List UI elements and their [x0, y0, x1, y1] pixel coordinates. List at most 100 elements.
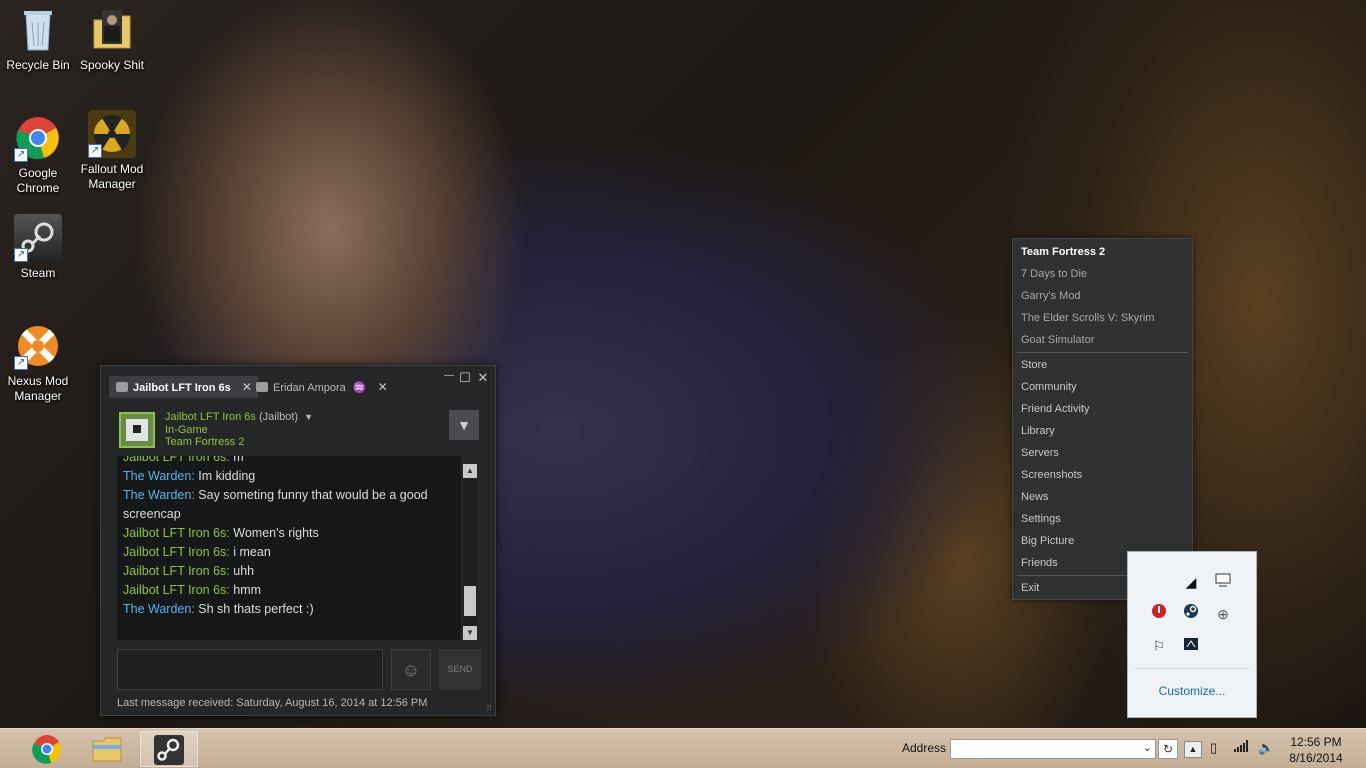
chat-message-input[interactable] [117, 649, 383, 690]
chevron-up-icon: ▲ [1188, 744, 1198, 754]
tray-overflow-panel: ◢ ⊕ ⚐ Customize... [1127, 551, 1257, 718]
friend-avatar[interactable] [119, 412, 155, 448]
close-tab-icon[interactable]: ✕ [378, 380, 388, 394]
desktop-icon-label: Nexus Mod Manager [7, 374, 69, 403]
message-sender[interactable]: The Warden [123, 602, 191, 616]
chat-bubble-icon [116, 382, 128, 392]
scrollbar-thumb[interactable] [464, 586, 476, 616]
aquarius-icon: ♒ [352, 382, 367, 394]
desktop-icon-spooky-folder[interactable]: Spooky Shit [74, 6, 150, 73]
chat-tab-jailbot[interactable]: Jailbot LFT Iron 6s ✕ [109, 376, 258, 398]
emoticon-button[interactable]: ☺ [391, 649, 431, 690]
menu-item-recent-game[interactable]: The Elder Scrolls V: Skyrim [1013, 307, 1192, 329]
chat-message: Jailbot LFT Iron 6s: uhh [117, 562, 461, 581]
antivirus-tray-icon[interactable] [1148, 603, 1170, 625]
chat-bubble-icon [256, 382, 268, 392]
message-text: i mean [229, 545, 271, 559]
shortcut-arrow-icon: ↗ [14, 148, 28, 162]
chat-message: The Warden: Im kidding [117, 467, 461, 486]
friend-name-line[interactable]: Jailbot LFT Iron 6s (Jailbot) ▼ [165, 411, 313, 423]
shortcut-arrow-icon: ↗ [14, 248, 28, 262]
chat-tab-eridan[interactable]: Eridan Ampora ♒ ✕ [249, 376, 394, 398]
desktop-icon-fallout-mod-manager[interactable]: ↗ Fallout Mod Manager [74, 110, 150, 192]
minimize-button[interactable]: — [441, 370, 457, 381]
refresh-button[interactable]: ↻ [1158, 739, 1178, 759]
menu-item-settings[interactable]: Settings [1013, 508, 1192, 530]
resize-grip-icon[interactable]: ⠿ [486, 704, 492, 713]
menu-item-community[interactable]: Community [1013, 376, 1192, 398]
chevron-down-icon[interactable]: ⌄ [1143, 741, 1152, 754]
taskbar: Address ⌄ ↻ ▲ ▯ 🔈 12:56 PM 8/16/2014 [0, 728, 1366, 768]
shortcut-arrow-icon: ↗ [88, 144, 102, 158]
usb-tray-icon[interactable]: ⊕ [1212, 603, 1234, 625]
menu-item-store[interactable]: Store [1013, 354, 1192, 376]
nexus-icon: ↗ [14, 322, 62, 370]
menu-item-big-picture[interactable]: Big Picture [1013, 530, 1192, 552]
chat-message: Jailbot LFT Iron 6s: Women's rights [117, 524, 461, 543]
customize-link[interactable]: Customize... [1128, 684, 1256, 698]
desktop-icon-nexus-mod-manager[interactable]: ↗ Nexus Mod Manager [0, 322, 76, 404]
message-sender[interactable]: Jailbot LFT Iron 6s [123, 456, 226, 464]
address-input[interactable]: ⌄ [950, 739, 1156, 759]
taskbar-chrome[interactable] [18, 731, 76, 767]
app-tray-icon[interactable] [1180, 635, 1202, 657]
desktop-icon-steam[interactable]: ↗ Steam [0, 214, 76, 281]
menu-item-news[interactable]: News [1013, 486, 1192, 508]
chat-friend-header: Jailbot LFT Iron 6s (Jailbot) ▼ In-Game … [117, 410, 479, 450]
desktop-icon-label: Google Chrome [16, 166, 60, 195]
menu-item-screenshots[interactable]: Screenshots [1013, 464, 1192, 486]
clock-time: 12:56 PM [1290, 735, 1342, 749]
message-sender[interactable]: The Warden [123, 488, 191, 502]
menu-item-recent-game[interactable]: Goat Simulator [1013, 329, 1192, 351]
friend-alias: (Jailbot) [258, 411, 299, 423]
taskbar-clock[interactable]: 12:56 PM 8/16/2014 [1280, 734, 1352, 766]
chat-message-log[interactable]: Jailbot LFT Iron 6s: m The Warden: Im kid… [117, 456, 461, 640]
message-sender[interactable]: Jailbot LFT Iron 6s [123, 583, 226, 597]
send-button[interactable]: SEND [439, 649, 481, 690]
power-icon[interactable]: ▯ [1210, 740, 1217, 756]
radiation-icon: ↗ [88, 110, 136, 158]
scroll-up-arrow-icon[interactable]: ▲ [463, 464, 477, 478]
menu-item-recent-game[interactable]: Team Fortress 2 [1013, 241, 1192, 263]
message-sender[interactable]: Jailbot LFT Iron 6s [123, 545, 226, 559]
chat-message: Jailbot LFT Iron 6s: i mean [117, 543, 461, 562]
maximize-button[interactable]: ☐ [457, 370, 473, 386]
network-icon[interactable] [1234, 740, 1248, 755]
menu-item-servers[interactable]: Servers [1013, 442, 1192, 464]
display-tray-icon[interactable] [1212, 571, 1234, 593]
show-hidden-icons-button[interactable]: ▲ [1184, 741, 1202, 758]
steam-tray-icon[interactable] [1180, 603, 1202, 625]
desktop-icon-chrome[interactable]: ↗ Google Chrome [0, 114, 76, 196]
message-text: Im kidding [194, 469, 256, 483]
desktop-icon-recycle-bin[interactable]: Recycle Bin [0, 6, 76, 73]
friend-game: Team Fortress 2 [165, 436, 245, 448]
taskbar-file-explorer[interactable] [78, 731, 136, 767]
volume-icon[interactable]: 🔈 [1258, 740, 1274, 756]
message-text: m [229, 456, 244, 464]
menu-item-recent-game[interactable]: 7 Days to Die [1013, 263, 1192, 285]
refresh-icon: ↻ [1162, 742, 1174, 756]
message-text: Sh sh thats perfect :) [194, 602, 314, 616]
chat-options-dropdown[interactable]: ▼ [449, 410, 479, 440]
taskbar-steam[interactable] [140, 731, 198, 767]
menu-item-library[interactable]: Library [1013, 420, 1192, 442]
recycle-bin-icon [14, 6, 62, 54]
message-sender[interactable]: Jailbot LFT Iron 6s [123, 564, 226, 578]
close-window-button[interactable]: ✕ [475, 370, 491, 386]
chrome-icon: ↗ [14, 114, 62, 162]
chat-message: Jailbot LFT Iron 6s: m [117, 456, 461, 467]
desktop-icon-label: Recycle Bin [6, 58, 70, 72]
scroll-down-arrow-icon[interactable]: ▼ [463, 626, 477, 640]
menu-item-friend-activity[interactable]: Friend Activity [1013, 398, 1192, 420]
flag-tray-icon[interactable]: ⚐ [1148, 635, 1170, 657]
desktop-icon-label: Fallout Mod Manager [80, 162, 144, 191]
message-sender[interactable]: Jailbot LFT Iron 6s [123, 526, 226, 540]
generic-tray-icon[interactable]: ◢ [1180, 571, 1202, 593]
chevron-down-icon[interactable]: ▼ [304, 412, 313, 422]
menu-item-recent-game[interactable]: Garry's Mod [1013, 285, 1192, 307]
message-sender[interactable]: The Warden [123, 469, 191, 483]
chat-message: Jailbot LFT Iron 6s: hmm [117, 581, 461, 600]
chat-message: The Warden: Say someting funny that woul… [117, 486, 461, 524]
chat-scrollbar[interactable]: ▲ ▼ [463, 464, 477, 640]
steam-chat-window[interactable]: Jailbot LFT Iron 6s ✕ Eridan Ampora ♒ ✕ … [100, 365, 496, 716]
